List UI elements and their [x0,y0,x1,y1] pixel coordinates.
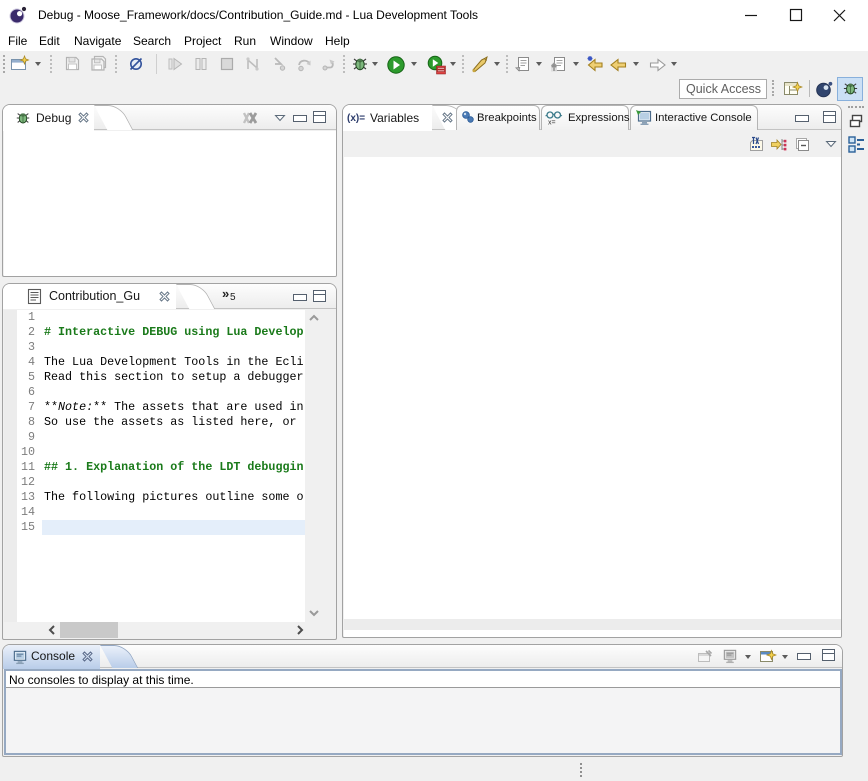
svg-text:x=: x= [548,120,556,127]
